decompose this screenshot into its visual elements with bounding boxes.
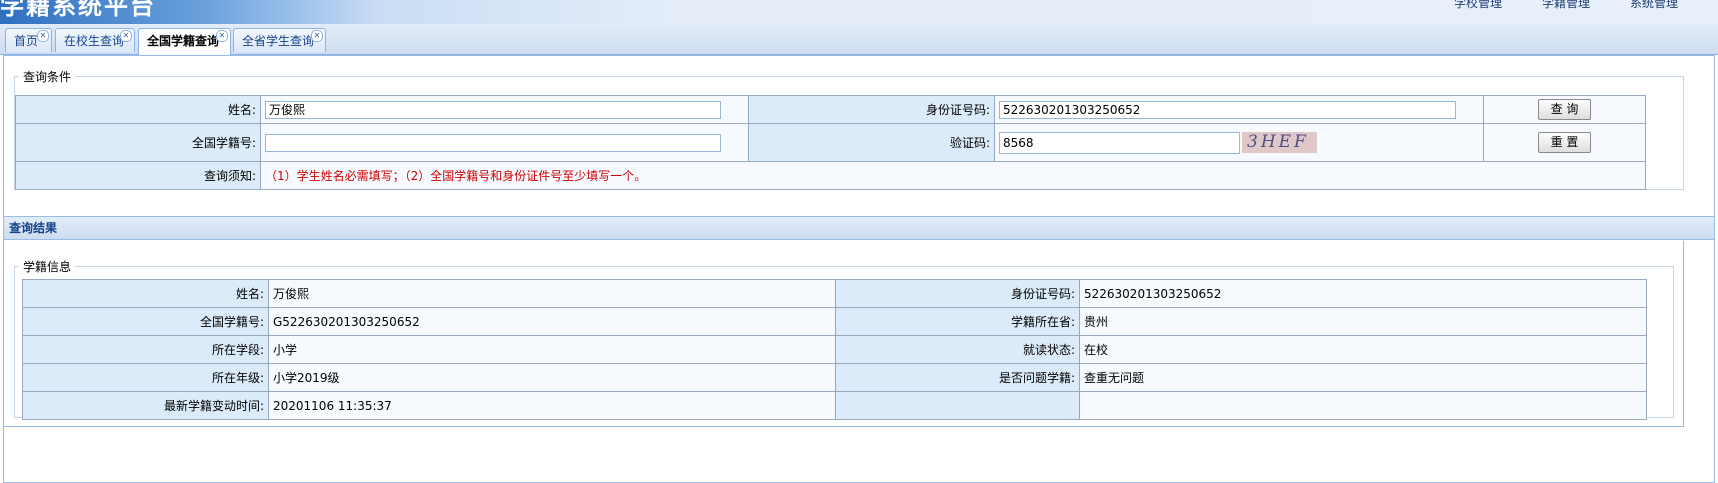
result-panel: 学籍信息 姓名: 万俊熙 身份证号码: 522630201303250652 全…: [4, 241, 1684, 427]
content-panel: 查询条件 姓名: 身份证号码: 查 询 全国学籍号:: [3, 55, 1715, 483]
row-label: 是否问题学籍:: [835, 363, 1080, 392]
tab-home-label: 首页: [14, 34, 39, 48]
table-row: 全国学籍号: G522630201303250652 学籍所在省: 贵州: [22, 307, 1647, 336]
row-label: 身份证号码:: [835, 279, 1080, 308]
student-info-legend: 学籍信息: [23, 260, 72, 274]
captcha-input[interactable]: [999, 131, 1240, 154]
close-icon[interactable]: ✕: [120, 30, 132, 42]
tab-province-query-label: 全省学生查询: [242, 34, 315, 48]
row-value: 小学2019级: [268, 363, 836, 392]
national-id-cell: [260, 123, 749, 162]
student-info-table: 姓名: 万俊熙 身份证号码: 522630201303250652 全国学籍号:…: [22, 279, 1647, 420]
table-row: 所在年级: 小学2019级 是否问题学籍: 查重无问题: [22, 363, 1647, 392]
tab-home[interactable]: 首页 ✕: [5, 28, 52, 52]
query-conditions: 查询条件 姓名: 身份证号码: 查 询 全国学籍号:: [14, 68, 1684, 190]
table-row: 所在学段: 小学 就读状态: 在校: [22, 335, 1647, 364]
top-nav: 学校管理 学籍管理 系统管理: [1454, 0, 1718, 11]
row-value: 万俊熙: [268, 279, 836, 308]
top-banner: 学籍系统平台 学校管理 学籍管理 系统管理: [0, 0, 1718, 25]
query-legend: 查询条件: [23, 70, 72, 84]
close-icon[interactable]: ✕: [311, 30, 323, 42]
name-cell: [260, 95, 749, 124]
tab-in-school-query-label: 在校生查询: [64, 34, 125, 48]
notice-label: 查询须知:: [15, 161, 261, 190]
id-cell: [994, 95, 1484, 124]
row-value: 查重无问题: [1079, 363, 1647, 392]
row-value: G522630201303250652: [268, 307, 836, 336]
query-form-table: 姓名: 身份证号码: 查 询 全国学籍号: 验证码: 3: [15, 95, 1646, 190]
row-label: 最新学籍变动时间:: [22, 391, 269, 420]
id-number-input[interactable]: [999, 100, 1456, 119]
row-label: [835, 391, 1080, 420]
row-value: 贵州: [1079, 307, 1647, 336]
name-label: 姓名:: [15, 95, 261, 124]
tab-province-query[interactable]: 全省学生查询 ✕: [233, 28, 326, 52]
query-button-cell: 查 询: [1483, 95, 1646, 124]
national-id-label: 全国学籍号:: [15, 123, 261, 162]
result-header: 查询结果: [4, 216, 1714, 240]
row-label: 所在年级:: [22, 363, 269, 392]
national-id-input[interactable]: [265, 133, 721, 152]
tab-in-school-query[interactable]: 在校生查询 ✕: [55, 28, 135, 52]
name-input[interactable]: [265, 100, 721, 119]
close-icon[interactable]: ✕: [37, 30, 49, 42]
reset-button-cell: 重 置: [1483, 123, 1646, 162]
captcha-image[interactable]: 3HEF: [1242, 132, 1317, 153]
captcha-cell: 3HEF: [994, 123, 1484, 162]
row-value: [1079, 391, 1647, 420]
row-value: 20201106 11:35:37: [268, 391, 836, 420]
row-value: 小学: [268, 335, 836, 364]
student-info: 学籍信息 姓名: 万俊熙 身份证号码: 522630201303250652 全…: [14, 258, 1674, 420]
nav-system-management[interactable]: 系统管理: [1630, 0, 1678, 11]
table-row: 姓名: 万俊熙 身份证号码: 522630201303250652: [22, 279, 1647, 308]
reset-button[interactable]: 重 置: [1538, 132, 1591, 153]
nav-school-management[interactable]: 学校管理: [1454, 0, 1502, 11]
captcha-label: 验证码:: [748, 123, 995, 162]
row-value: 522630201303250652: [1079, 279, 1647, 308]
row-label: 就读状态:: [835, 335, 1080, 364]
tab-national-query-label: 全国学籍查询: [147, 34, 220, 48]
query-button[interactable]: 查 询: [1538, 99, 1591, 120]
row-label: 所在学段:: [22, 335, 269, 364]
nav-student-management[interactable]: 学籍管理: [1542, 0, 1590, 11]
id-label: 身份证号码:: [748, 95, 995, 124]
tab-strip: 首页 ✕ 在校生查询 ✕ 全国学籍查询 ✕ 全省学生查询 ✕: [0, 24, 1718, 55]
app-title: 学籍系统平台: [0, 0, 156, 20]
tab-national-query[interactable]: 全国学籍查询 ✕: [138, 28, 231, 55]
table-row: 最新学籍变动时间: 20201106 11:35:37: [22, 391, 1647, 420]
row-label: 全国学籍号:: [22, 307, 269, 336]
close-icon[interactable]: ✕: [216, 30, 228, 42]
notice-text: （1）学生姓名必需填写；（2）全国学籍号和身份证件号至少填写一个。: [260, 161, 1646, 190]
row-label: 学籍所在省:: [835, 307, 1080, 336]
row-label: 姓名:: [22, 279, 269, 308]
row-value: 在校: [1079, 335, 1647, 364]
